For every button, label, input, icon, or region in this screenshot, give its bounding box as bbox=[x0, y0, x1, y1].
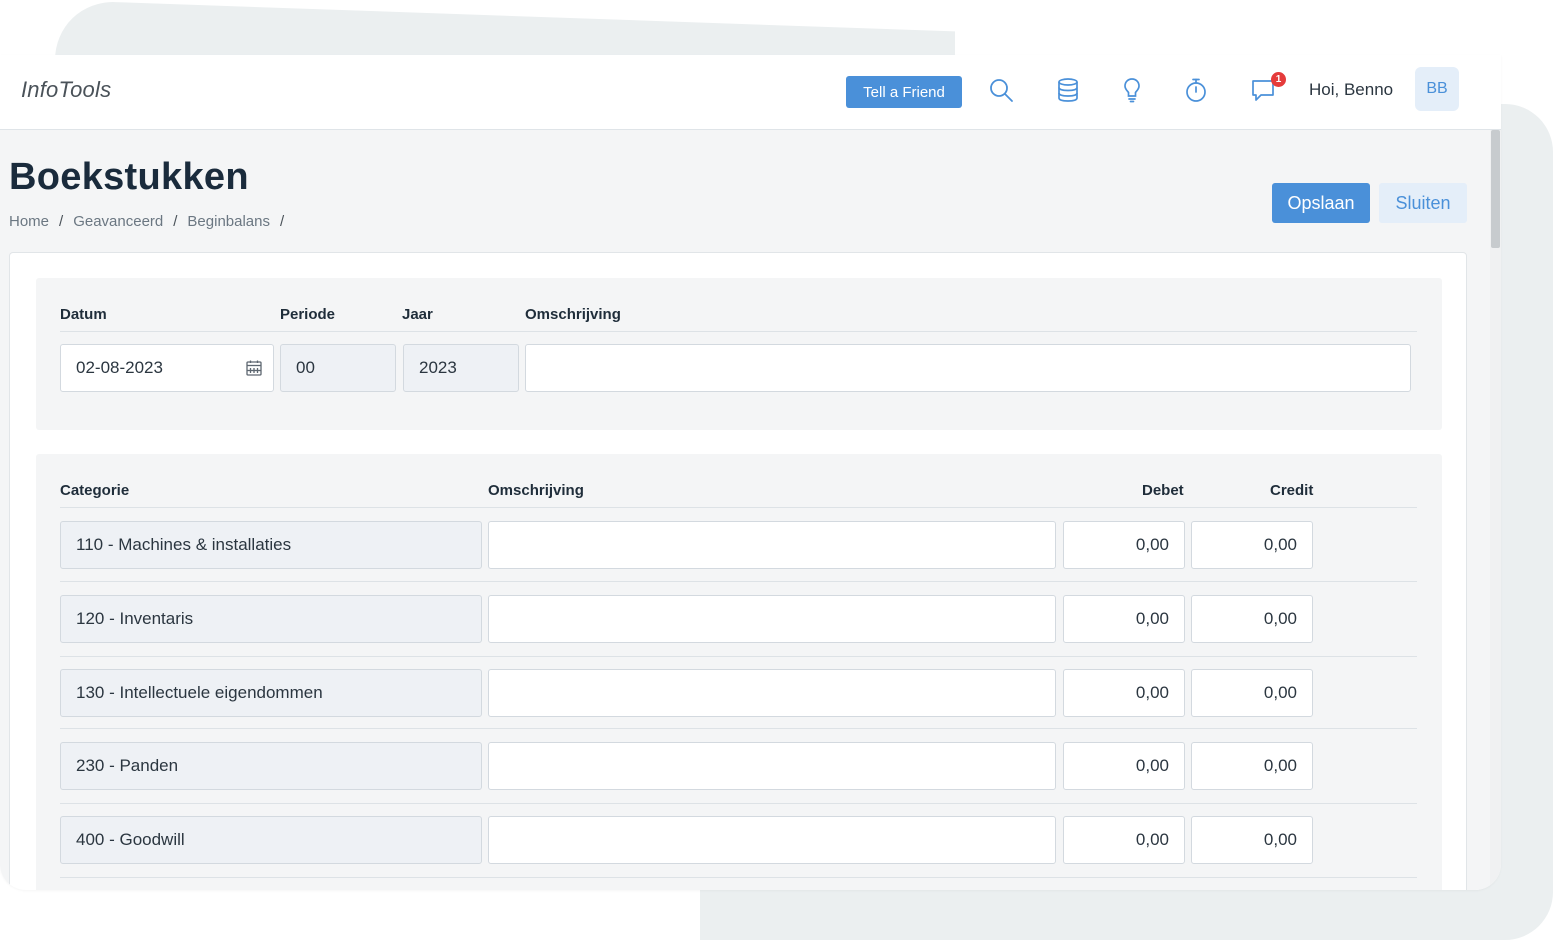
breadcrumb-home[interactable]: Home bbox=[9, 213, 49, 230]
form-card: Datum Periode Jaar Omschrijving 02-08-20… bbox=[9, 252, 1467, 890]
datum-label: Datum bbox=[60, 306, 107, 323]
divider bbox=[60, 728, 1417, 729]
row-categorie[interactable]: 120 - Inventaris bbox=[60, 595, 482, 643]
row-credit-input[interactable]: 0,00 bbox=[1191, 595, 1313, 643]
divider bbox=[60, 507, 1417, 508]
breadcrumb-separator: / bbox=[173, 213, 178, 230]
column-debet: Debet bbox=[1142, 482, 1184, 499]
row-debet-input[interactable]: 0,00 bbox=[1063, 816, 1185, 864]
column-omschrijving: Omschrijving bbox=[488, 482, 584, 499]
tell-a-friend-button[interactable]: Tell a Friend bbox=[846, 76, 962, 108]
row-debet-input[interactable]: 0,00 bbox=[1063, 595, 1185, 643]
scrollbar-thumb[interactable] bbox=[1491, 130, 1500, 248]
stopwatch-icon[interactable] bbox=[1181, 75, 1211, 105]
booking-header-panel: Datum Periode Jaar Omschrijving 02-08-20… bbox=[36, 278, 1442, 430]
periode-field: 00 bbox=[280, 344, 396, 392]
breadcrumb-separator: / bbox=[59, 213, 64, 230]
database-icon[interactable] bbox=[1053, 75, 1083, 105]
jaar-field: 2023 bbox=[403, 344, 519, 392]
app-window: InfoTools Tell a Friend 1 Hoi, Benno BB bbox=[0, 55, 1501, 890]
divider bbox=[60, 656, 1417, 657]
brand-logo[interactable]: InfoTools bbox=[21, 77, 111, 103]
avatar[interactable]: BB bbox=[1415, 67, 1459, 111]
row-credit-input[interactable]: 0,00 bbox=[1191, 742, 1313, 790]
row-categorie[interactable]: 230 - Panden bbox=[60, 742, 482, 790]
datum-value: 02-08-2023 bbox=[76, 358, 163, 377]
close-button[interactable]: Sluiten bbox=[1379, 183, 1467, 223]
row-credit-input[interactable]: 0,00 bbox=[1191, 669, 1313, 717]
vertical-scrollbar[interactable] bbox=[1490, 130, 1501, 890]
row-credit-input[interactable]: 0,00 bbox=[1191, 816, 1313, 864]
lightbulb-icon[interactable] bbox=[1117, 75, 1147, 105]
row-debet-input[interactable]: 0,00 bbox=[1063, 669, 1185, 717]
breadcrumb-separator: / bbox=[280, 213, 285, 230]
booking-lines-panel: Categorie Omschrijving Debet Credit 110 … bbox=[36, 454, 1442, 890]
main-content: Boekstukken Home / Geavanceerd / Beginba… bbox=[0, 130, 1490, 890]
divider bbox=[60, 803, 1417, 804]
top-navbar: InfoTools Tell a Friend 1 Hoi, Benno BB bbox=[0, 55, 1501, 130]
row-categorie[interactable]: 110 - Machines & installaties bbox=[60, 521, 482, 569]
notification-badge: 1 bbox=[1271, 72, 1286, 87]
row-omschrijving-input[interactable] bbox=[488, 742, 1056, 790]
page-title: Boekstukken bbox=[9, 156, 249, 198]
row-credit-input[interactable]: 0,00 bbox=[1191, 521, 1313, 569]
column-categorie: Categorie bbox=[60, 482, 130, 499]
screen: InfoTools Tell a Friend 1 Hoi, Benno BB bbox=[0, 0, 1553, 940]
periode-label: Periode bbox=[280, 306, 336, 323]
row-categorie[interactable]: 400 - Goodwill bbox=[60, 816, 482, 864]
search-icon[interactable] bbox=[986, 75, 1016, 105]
divider bbox=[60, 581, 1417, 582]
row-omschrijving-input[interactable] bbox=[488, 816, 1056, 864]
row-omschrijving-input[interactable] bbox=[488, 521, 1056, 569]
omschrijving-label: Omschrijving bbox=[525, 306, 621, 323]
row-categorie[interactable]: 130 - Intellectuele eigendommen bbox=[60, 669, 482, 717]
calendar-icon[interactable] bbox=[245, 359, 263, 377]
breadcrumb-beginbalans[interactable]: Beginbalans bbox=[187, 213, 270, 230]
datum-input[interactable]: 02-08-2023 bbox=[60, 344, 274, 392]
divider bbox=[60, 877, 1417, 878]
breadcrumb-geavanceerd[interactable]: Geavanceerd bbox=[73, 213, 163, 230]
divider bbox=[60, 331, 1417, 332]
breadcrumb: Home / Geavanceerd / Beginbalans / bbox=[9, 213, 284, 230]
row-debet-input[interactable]: 0,00 bbox=[1063, 742, 1185, 790]
omschrijving-input[interactable] bbox=[525, 344, 1411, 392]
save-button[interactable]: Opslaan bbox=[1272, 183, 1370, 223]
jaar-label: Jaar bbox=[402, 306, 433, 323]
row-omschrijving-input[interactable] bbox=[488, 595, 1056, 643]
row-debet-input[interactable]: 0,00 bbox=[1063, 521, 1185, 569]
column-credit: Credit bbox=[1270, 482, 1314, 499]
row-omschrijving-input[interactable] bbox=[488, 669, 1056, 717]
user-greeting: Hoi, Benno bbox=[1309, 80, 1394, 99]
